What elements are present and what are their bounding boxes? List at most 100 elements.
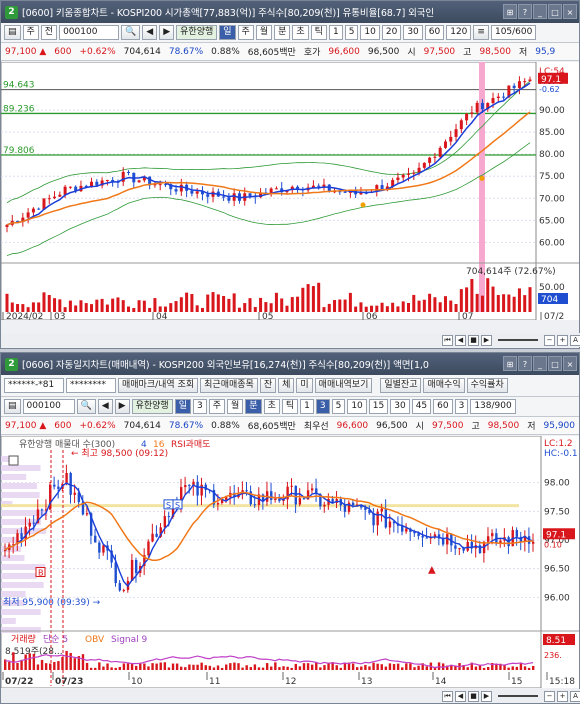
minimize-icon[interactable]: _ bbox=[533, 4, 547, 19]
daily-chart-svg[interactable]: 90.00 85.00 80.00 75.00 70.00 65.00 60.00 94.64… bbox=[0, 61, 579, 322]
minimize-icon[interactable]: _ bbox=[533, 356, 547, 371]
volume-bar bbox=[335, 665, 338, 670]
chart-type-button[interactable]: ▤ bbox=[4, 399, 21, 414]
recent-trade-button[interactable]: 최근매매종목 bbox=[200, 378, 258, 393]
minute-chart-area[interactable]: 98.00 97.50 97.00 96.50 96.00 유한양행 매물대 수(300)… bbox=[0, 435, 579, 689]
interval-3[interactable]: 3 bbox=[315, 399, 330, 414]
interval-5[interactable]: 5 bbox=[344, 25, 359, 40]
help-icon[interactable]: ? bbox=[518, 356, 532, 371]
zoom-slider[interactable] bbox=[498, 695, 538, 697]
interval-15[interactable]: 15 bbox=[368, 399, 389, 414]
executed-button[interactable]: 체 bbox=[278, 378, 295, 393]
scroll-pause-button[interactable]: ■ bbox=[468, 334, 479, 346]
period-minute[interactable]: 분 bbox=[274, 25, 291, 40]
scroll-next-button[interactable]: ▶ bbox=[481, 334, 492, 346]
interval-45[interactable]: 45 bbox=[411, 399, 432, 414]
prev-select[interactable]: 전 bbox=[40, 25, 58, 40]
stock-code-input[interactable]: 000100 bbox=[59, 25, 120, 40]
scroll-first-button[interactable]: ⏮ bbox=[442, 690, 453, 702]
unfilled-button[interactable]: 미 bbox=[296, 378, 313, 393]
return-button[interactable]: 수익률차 bbox=[466, 378, 508, 393]
stock-name-field[interactable]: 유한양행 bbox=[131, 399, 173, 414]
zoom-in-button[interactable]: + bbox=[557, 690, 568, 702]
interval-value-select[interactable]: 3 bbox=[454, 399, 469, 414]
title-bar-2[interactable]: 2 [0606] 자동일지차트(매매내역) - KOSPI200 외국인보유[1… bbox=[1, 353, 579, 375]
next-arrow-icon[interactable]: ▶ bbox=[114, 399, 130, 414]
volume-bar bbox=[8, 661, 11, 670]
daily-chart-area[interactable]: 90.00 85.00 80.00 75.00 70.00 65.00 60.00 94.64… bbox=[0, 61, 579, 322]
interval-1[interactable]: 1 bbox=[300, 399, 314, 414]
trade-profit-button[interactable]: 매매수익 bbox=[423, 378, 465, 393]
data-count-field[interactable]: 138/900 bbox=[470, 399, 516, 414]
trade-mark-button[interactable]: 매매마크/내역 조회 bbox=[118, 378, 199, 393]
chart-scrollbar-2[interactable]: ⏮ ◀ ■ ▶ − + A bbox=[1, 689, 580, 703]
zoom-slider[interactable] bbox=[498, 339, 538, 341]
prev-arrow-icon[interactable]: ◀ bbox=[97, 399, 113, 414]
volume-bar bbox=[475, 293, 479, 312]
close-icon[interactable]: × bbox=[563, 4, 577, 19]
period-second[interactable]: 초 bbox=[292, 25, 309, 40]
period-day[interactable]: 일 bbox=[219, 25, 236, 40]
candle-body bbox=[102, 545, 105, 553]
maximize-icon[interactable]: □ bbox=[548, 4, 562, 19]
interval-120[interactable]: 120 bbox=[446, 25, 472, 40]
search-icon[interactable]: 🔍 bbox=[121, 25, 141, 40]
period-tick[interactable]: 틱 bbox=[281, 399, 299, 414]
zoom-in-button[interactable]: + bbox=[557, 334, 568, 346]
period-week[interactable]: 주 bbox=[208, 399, 225, 414]
next-arrow-icon[interactable]: ▶ bbox=[159, 25, 175, 40]
scroll-prev-button[interactable]: ◀ bbox=[455, 690, 466, 702]
date-label: 14 bbox=[435, 677, 447, 687]
window-number-badge: 2 bbox=[5, 5, 18, 19]
period-minute[interactable]: 분 bbox=[245, 399, 262, 414]
maximize-icon[interactable]: □ bbox=[548, 356, 562, 371]
scroll-pause-button[interactable]: ■ bbox=[468, 690, 479, 702]
data-count-field[interactable]: 105/600 bbox=[490, 25, 537, 40]
search-icon[interactable]: 🔍 bbox=[76, 399, 96, 414]
week-select[interactable]: 주 bbox=[22, 25, 39, 40]
interval-60[interactable]: 60 bbox=[424, 25, 445, 40]
zoom-out-button[interactable]: − bbox=[544, 334, 555, 346]
period-month[interactable]: 월 bbox=[227, 399, 244, 414]
interval-30[interactable]: 30 bbox=[403, 25, 423, 40]
interval-20[interactable]: 20 bbox=[381, 25, 402, 40]
list-icon[interactable]: ≡ bbox=[473, 25, 489, 40]
interval-10[interactable]: 10 bbox=[360, 25, 380, 40]
interval-5[interactable]: 5 bbox=[331, 399, 346, 414]
period-month[interactable]: 월 bbox=[255, 25, 273, 40]
interval-10[interactable]: 10 bbox=[347, 399, 367, 414]
help-icon[interactable]: ? bbox=[518, 4, 532, 19]
scroll-first-button[interactable]: ⏮ bbox=[442, 334, 453, 346]
scroll-next-button[interactable]: ▶ bbox=[481, 690, 492, 702]
password-input[interactable]: ******** bbox=[66, 378, 116, 393]
prev-arrow-icon[interactable]: ◀ bbox=[142, 25, 158, 40]
close-icon[interactable]: × bbox=[563, 356, 577, 371]
interval-30[interactable]: 30 bbox=[390, 399, 410, 414]
interval-1[interactable]: 1 bbox=[328, 25, 343, 40]
pin-icon[interactable]: ⊞ bbox=[503, 4, 517, 19]
zoom-out-button[interactable]: − bbox=[544, 690, 555, 702]
title-bar[interactable]: 2 [0600] 키움종합차트 - KOSPI200 시가총액[77,883(억… bbox=[1, 1, 579, 23]
buy-marker-icon: B bbox=[38, 569, 44, 578]
trade-history-button[interactable]: 매매내역보기 bbox=[314, 378, 373, 393]
scroll-prev-button[interactable]: ◀ bbox=[455, 334, 466, 346]
period-tick[interactable]: 틱 bbox=[310, 25, 327, 40]
candle-body bbox=[147, 541, 150, 556]
pin-icon[interactable]: ⊞ bbox=[503, 356, 517, 371]
chart-scrollbar[interactable]: ⏮ ◀ ■ ▶ − + A bbox=[1, 333, 580, 347]
font-button[interactable]: A bbox=[570, 334, 580, 346]
period-second[interactable]: 초 bbox=[263, 399, 280, 414]
stock-name-field[interactable]: 유한양행 bbox=[176, 25, 218, 40]
font-button[interactable]: A bbox=[570, 690, 580, 702]
candle-body bbox=[351, 502, 355, 506]
period-week[interactable]: 주 bbox=[237, 25, 254, 40]
account-select[interactable]: ******-*81 bbox=[4, 378, 64, 393]
stock-code-input[interactable]: 000100 bbox=[22, 399, 75, 414]
balance-button[interactable]: 잔 bbox=[259, 378, 277, 393]
period-day[interactable]: 일 bbox=[174, 399, 191, 414]
chart-type-button[interactable]: ▤ bbox=[4, 25, 21, 40]
minute-chart-svg[interactable]: 98.0097.5097.0096.5096.00유한양행 매물대 수(300)… bbox=[0, 435, 579, 689]
interval-60[interactable]: 60 bbox=[433, 399, 453, 414]
daily-balance-button[interactable]: 일별잔고 bbox=[380, 378, 422, 393]
period-value-select[interactable]: 3 bbox=[192, 399, 207, 414]
